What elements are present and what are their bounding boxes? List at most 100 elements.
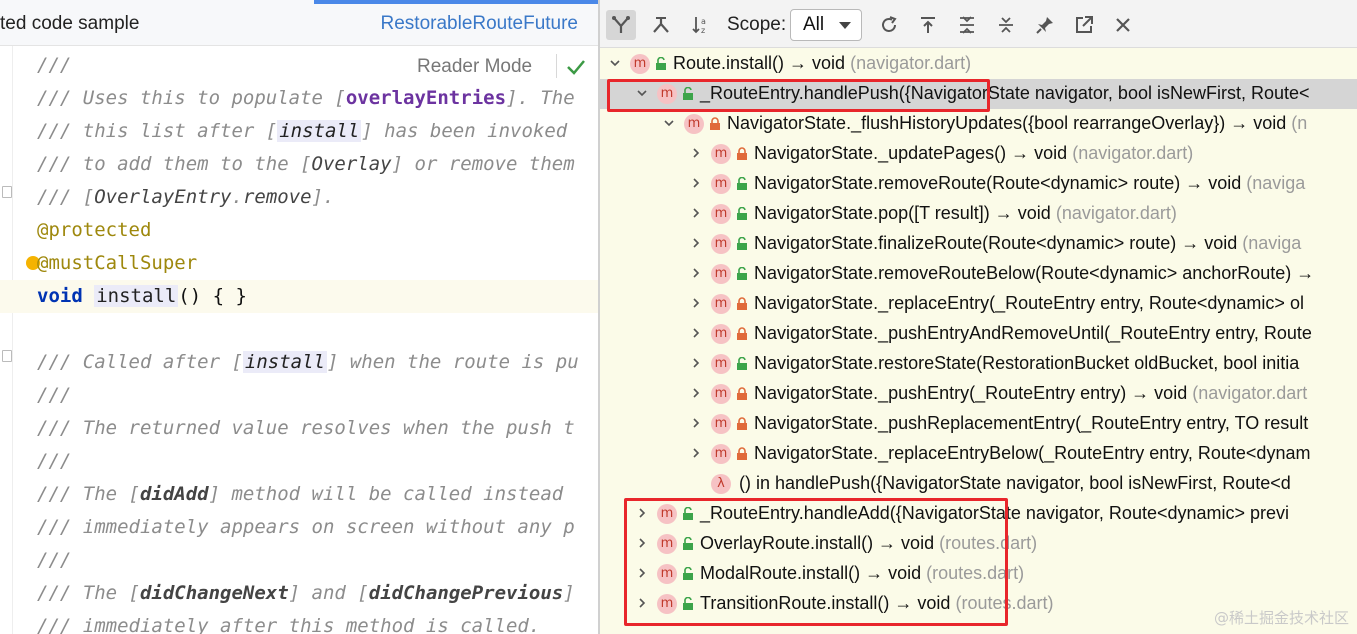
close-panel-button[interactable] [1108,10,1138,40]
lock-open-icon [737,237,747,250]
code-line: /// The [didAdd] method will be called i… [37,478,563,511]
editor-tab-left[interactable]: ted code sample [0,13,139,35]
method-signature: NavigatorState.restoreState(RestorationB… [754,353,1300,373]
doc-reference-install[interactable]: install [242,351,327,373]
tree-row[interactable]: m NavigatorState._replaceEntryBelow(_Rout… [600,439,1357,469]
doc-reference-install[interactable]: install [277,120,362,142]
doc-reference[interactable]: didChangePrevious [369,582,563,604]
code-editor[interactable]: ted code sample RestorableRouteFuture Re… [0,0,598,634]
chevron-right-icon[interactable] [691,298,701,308]
method-icon: m [711,204,731,224]
expand-all-button[interactable] [952,10,982,40]
close-icon [1116,18,1130,32]
keyword-void: void [37,285,83,307]
method-signature: NavigatorState._pushReplacementEntry(_Ro… [754,413,1309,433]
chevron-right-icon[interactable] [691,358,701,368]
doc-reference[interactable]: overlayEntries [346,87,506,109]
fold-marker-icon[interactable] [2,186,12,198]
tree-row-label: NavigatorState._pushEntry(_RouteEntry en… [754,383,1307,404]
chevron-right-icon[interactable] [691,148,701,158]
comment-text: ]. [311,186,335,208]
code-line: /// Called after [install] when the rout… [37,346,579,379]
caller-hierarchy-button[interactable] [606,10,636,40]
method-signature: NavigatorState.removeRoute(Route<dynamic… [754,173,1242,193]
chevron-right-icon[interactable] [691,208,701,218]
tree-row[interactable]: m NavigatorState._pushEntry(_RouteEntry e… [600,379,1357,409]
method-signature: NavigatorState._pushEntry(_RouteEntry en… [754,383,1188,403]
active-tab-indicator [314,0,598,4]
comment-text: /// to add them to the [ [37,153,312,175]
file-location: (n [1291,113,1308,133]
method-signature: NavigatorState.pop([T result]) → void [754,203,1051,223]
lock-open-icon [737,207,747,220]
chevron-right-icon[interactable] [691,268,701,278]
check-icon[interactable] [566,58,586,76]
comment-text: ] or remove them [391,153,575,175]
editor-tab-restorable-route-future[interactable]: RestorableRouteFuture [381,13,579,35]
refresh-button[interactable] [874,10,904,40]
file-location: (naviga [1242,233,1302,253]
tree-row[interactable]: m NavigatorState.pop([T result]) → void (… [600,199,1357,229]
tree-row[interactable]: m NavigatorState._updatePages() → void (n… [600,139,1357,169]
chevron-right-icon[interactable] [691,448,701,458]
chevron-right-icon[interactable] [691,418,701,428]
lock-open-icon [737,267,747,280]
doc-reference[interactable]: OverlayEntry [94,186,231,208]
tree-row[interactable]: m NavigatorState._pushReplacementEntry(_R… [600,409,1357,439]
chevron-down-icon[interactable] [664,118,674,128]
doc-reference[interactable]: remove [243,186,312,208]
method-signature: NavigatorState._flushHistoryUpdates({boo… [727,113,1287,133]
svg-text:z: z [701,26,705,35]
lock-closed-icon [737,147,747,160]
tree-row[interactable]: m NavigatorState._flushHistoryUpdates({bo… [600,109,1357,139]
code-line: /// The returned value resolves when the… [37,417,575,439]
callee-hierarchy-button[interactable] [646,10,676,40]
tree-row[interactable]: λ () in handlePush({NavigatorState naviga… [600,469,1357,499]
sort-alphabetically-button[interactable]: az [686,10,716,40]
comment-text: /// [37,54,72,76]
lock-closed-icon [737,297,747,310]
comment-text: /// Called after [ [37,351,243,373]
tree-row-label: NavigatorState.removeRoute(Route<dynamic… [754,173,1305,194]
annotation-must-call-super: @mustCallSuper [37,252,198,274]
chevron-right-icon[interactable] [691,328,701,338]
method-icon: m [711,354,731,374]
tree-row[interactable]: m NavigatorState.removeRouteBelow(Route<d… [600,259,1357,289]
method-name-install[interactable]: install [94,285,179,307]
method-signature: NavigatorState._updatePages() → void [754,143,1068,163]
reader-mode-toggle[interactable]: Reader Mode [417,56,532,78]
export-button[interactable] [913,10,943,40]
chevron-down-icon[interactable] [610,58,620,68]
editor-gutter [12,46,13,634]
highlight-box-handle-push [607,79,990,112]
scope-dropdown[interactable]: All [790,9,862,41]
chevron-right-icon[interactable] [691,238,701,248]
tree-row[interactable]: m NavigatorState.restoreState(Restoration… [600,349,1357,379]
chevron-right-icon[interactable] [691,178,701,188]
tree-row[interactable]: m NavigatorState.removeRoute(Route<dynami… [600,169,1357,199]
fold-marker-icon[interactable] [2,350,12,362]
method-icon: m [711,174,731,194]
hierarchy-toolbar: az Scope: All [600,0,1357,48]
doc-reference[interactable]: didAdd [140,483,209,505]
file-location: (navigator.dart) [1072,143,1194,163]
method-icon: m [711,414,731,434]
chevron-right-icon[interactable] [691,388,701,398]
method-signature: Route.install() → void [673,53,846,73]
tree-row[interactable]: m Route.install() → void (navigator.dart) [600,49,1357,79]
svg-text:a: a [701,17,706,26]
tree-row-label: () in handlePush({NavigatorState navigat… [739,473,1291,494]
collapse-all-button[interactable] [991,10,1021,40]
tree-row-label: NavigatorState._pushReplacementEntry(_Ro… [754,413,1308,434]
tree-row[interactable]: m NavigatorState._replaceEntry(_RouteEntr… [600,289,1357,319]
tree-row[interactable]: m NavigatorState.finalizeRoute(Route<dyna… [600,229,1357,259]
code-line-install[interactable]: void install() { } [37,280,247,313]
code-line: /// to add them to the [Overlay] or remo… [37,148,575,181]
doc-reference[interactable]: didChangeNext [140,582,289,604]
open-in-window-button[interactable] [1069,10,1099,40]
lock-open-icon [737,357,747,370]
doc-reference[interactable]: Overlay [312,153,392,175]
tree-row-label: NavigatorState._flushHistoryUpdates({boo… [727,113,1307,134]
tree-row[interactable]: m NavigatorState._pushEntryAndRemoveUntil… [600,319,1357,349]
pin-button[interactable] [1030,10,1060,40]
